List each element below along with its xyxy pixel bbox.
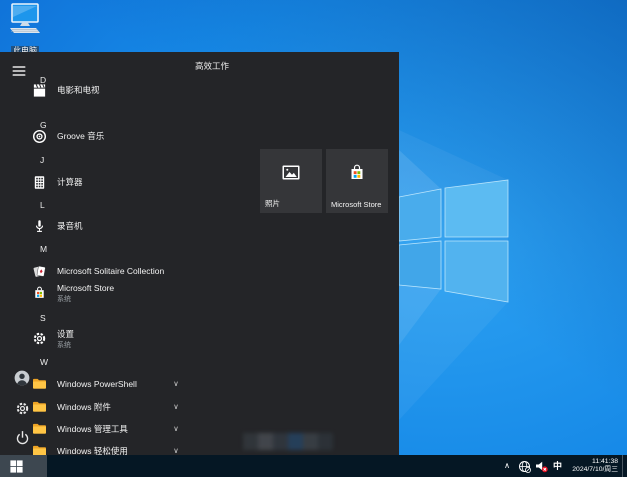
folder-icon: [32, 444, 47, 455]
app-list-item-microsoft-store[interactable]: Microsoft Store 系统: [0, 281, 200, 305]
tile-photos[interactable]: 照片: [260, 149, 322, 213]
app-list-folder-windows-admin-tools[interactable]: Windows 管理工具 ∨: [0, 419, 200, 439]
photos-icon: [281, 163, 301, 188]
groove-music-icon: [32, 129, 47, 144]
clock-time: 11:41:38: [592, 457, 618, 465]
folder-icon: [32, 377, 47, 392]
app-list-folder-windows-ease-of-access[interactable]: Windows 轻松使用 ∨: [0, 441, 200, 455]
app-list-letter-m[interactable]: M: [0, 239, 200, 259]
volume-muted-icon[interactable]: [535, 460, 548, 473]
app-list-folder-windows-powershell[interactable]: Windows PowerShell ∨: [0, 374, 200, 394]
tile-group-title[interactable]: 高效工作: [195, 60, 229, 72]
folder-icon: [32, 400, 47, 415]
clock-date: 2024/7/10/周三: [572, 466, 618, 473]
app-sublabel: 系统: [57, 342, 71, 349]
app-list-item-movies-tv[interactable]: 电影和电视: [0, 80, 200, 100]
voice-recorder-icon: [32, 219, 47, 234]
tile-label: Microsoft Store: [331, 200, 382, 209]
settings-gear-icon: [32, 331, 47, 346]
desktop-icon-this-pc[interactable]: 此电脑: [2, 3, 48, 56]
solitaire-icon: [32, 264, 47, 279]
show-hidden-icons-chevron-icon[interactable]: ∧: [500, 455, 514, 477]
app-list-item-calculator[interactable]: 计算器: [0, 172, 200, 192]
app-list-item-solitaire[interactable]: Microsoft Solitaire Collection: [0, 261, 200, 281]
app-list-letter-l[interactable]: L: [0, 195, 200, 215]
chevron-down-icon[interactable]: ∨: [169, 441, 183, 455]
start-menu: D 电影和电视 G Groove 音乐 J 计算器 L 录音机 M Micros…: [0, 52, 399, 455]
blurred-watermark: [243, 433, 333, 450]
chevron-down-icon[interactable]: ∨: [169, 374, 183, 394]
network-globe-icon[interactable]: [518, 460, 531, 473]
chevron-down-icon[interactable]: ∨: [169, 397, 183, 417]
store-icon: [32, 285, 47, 300]
app-sublabel: 系统: [57, 296, 71, 303]
show-desktop-button[interactable]: [622, 455, 623, 477]
this-pc-icon: [10, 3, 40, 33]
tile-label: 照片: [265, 199, 280, 208]
windows-logo-icon: [10, 459, 23, 473]
taskbar-clock[interactable]: 11:41:38 2024/7/10/周三: [564, 458, 618, 475]
folder-icon: [32, 422, 47, 437]
app-list-item-voice-recorder[interactable]: 录音机: [0, 216, 200, 236]
app-list-letter-s[interactable]: S: [0, 308, 200, 328]
app-list-folder-windows-accessories[interactable]: Windows 附件 ∨: [0, 397, 200, 417]
taskbar: ∧ 中 11:41:38 2024/7/10/周三: [0, 455, 627, 477]
ime-indicator[interactable]: 中: [550, 455, 565, 477]
start-app-list: D 电影和电视 G Groove 音乐 J 计算器 L 录音机 M Micros…: [0, 52, 200, 455]
tile-microsoft-store[interactable]: Microsoft Store: [326, 149, 388, 213]
start-button[interactable]: [0, 455, 47, 477]
calculator-icon: [32, 175, 47, 190]
app-list-letter-j[interactable]: J: [0, 150, 200, 170]
app-list-item-groove-music[interactable]: Groove 音乐: [0, 126, 200, 146]
app-list-item-settings[interactable]: 设置 系统: [0, 327, 200, 351]
movies-tv-icon: [32, 83, 47, 98]
windows-desktop: 此电脑 D 电影和电视 G Groove 音乐 J 计算器 L 录音机 M Mi…: [0, 0, 627, 477]
chevron-down-icon[interactable]: ∨: [169, 419, 183, 439]
store-icon: [347, 163, 367, 188]
app-list-letter-w[interactable]: W: [0, 352, 200, 372]
